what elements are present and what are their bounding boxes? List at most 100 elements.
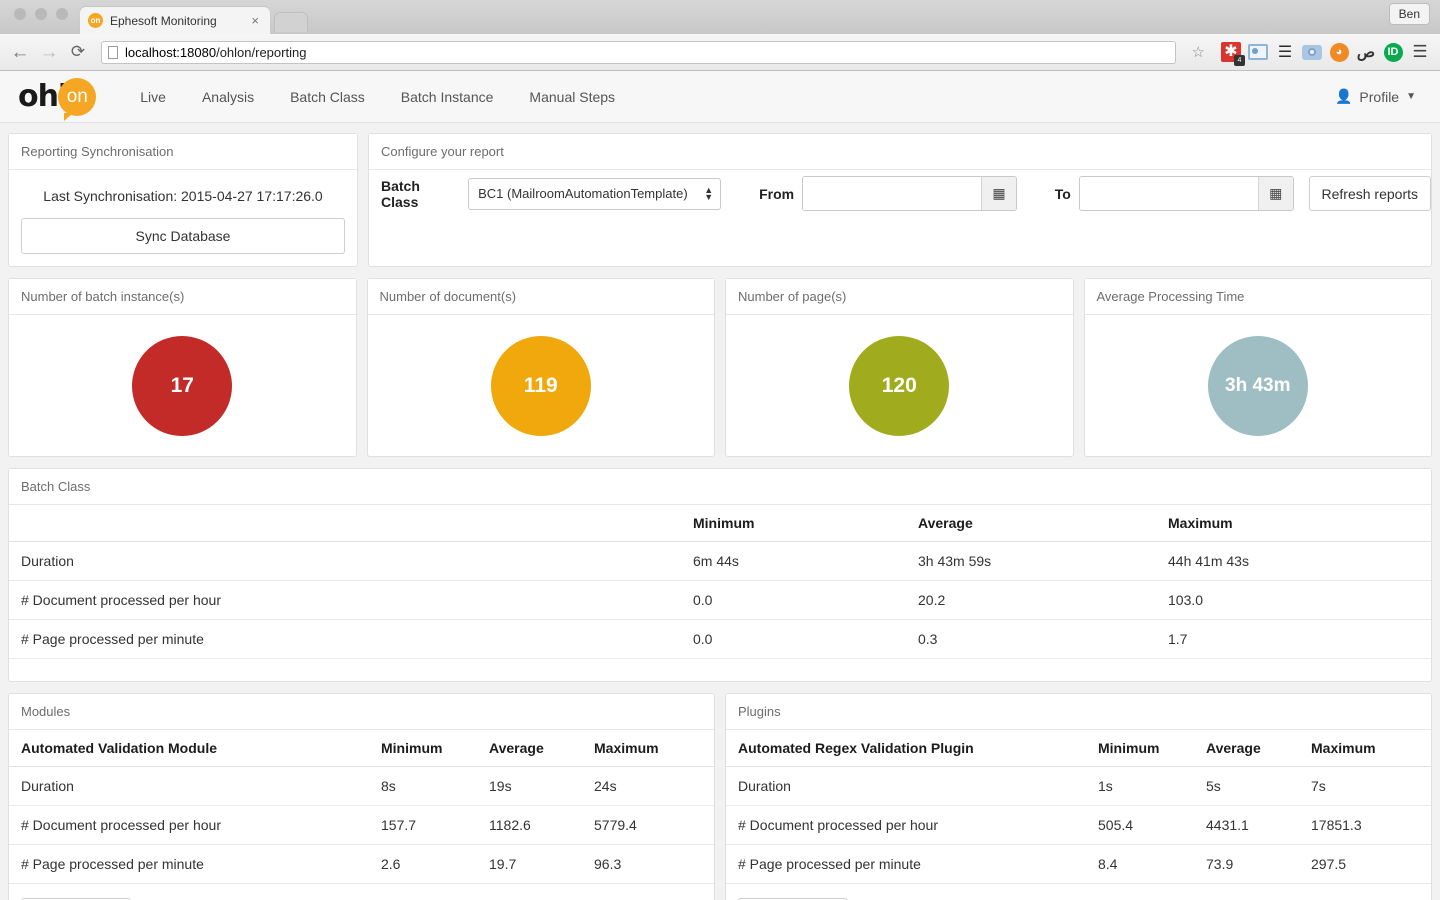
new-tab-button[interactable]	[274, 12, 308, 32]
camera-extension-icon[interactable]	[1302, 42, 1322, 62]
cell-minimum: 2.6	[369, 845, 477, 884]
table-row: # Page processed per minute 8.4 73.9 297…	[726, 845, 1431, 884]
layers-extension-icon[interactable]: ☰	[1275, 42, 1295, 62]
asterisk-extension-icon[interactable]: ✱4	[1221, 42, 1241, 62]
close-tab-icon[interactable]: ×	[248, 13, 262, 28]
window-extension-icon[interactable]	[1248, 42, 1268, 62]
browser-tab-bar: on Ephesoft Monitoring × Ben	[0, 0, 1440, 34]
bookmark-star-icon[interactable]: ☆	[1189, 43, 1208, 61]
cell-average: 5s	[1194, 767, 1299, 806]
reporting-sync-panel: Reporting Synchronisation Last Synchroni…	[8, 133, 358, 267]
maximize-window-button[interactable]	[56, 8, 68, 20]
nav-item-batch-class[interactable]: Batch Class	[272, 71, 383, 123]
table-row: Duration 8s 19s 24s	[9, 767, 714, 806]
kpi-card-pages: Number of page(s) 120	[725, 278, 1074, 457]
cell-average: 0.3	[906, 620, 1156, 659]
cell-minimum: 1s	[1086, 767, 1194, 806]
col-header-minimum: Minimum	[1086, 730, 1194, 767]
batch-class-panel: Batch Class Minimum Average Maximum Dura…	[8, 468, 1432, 682]
cell-average: 73.9	[1194, 845, 1299, 884]
row-kpis: Number of batch instance(s) 17 Number of…	[8, 278, 1432, 457]
kpi-title: Number of page(s)	[726, 279, 1073, 315]
address-bar[interactable]: localhost:18080/ohlon/reporting	[101, 41, 1176, 64]
cell-maximum: 103.0	[1156, 581, 1431, 620]
modules-panel: Modules Automated Validation Module Mini…	[8, 693, 715, 900]
table-row: # Document processed per hour 0.0 20.2 1…	[9, 581, 1431, 620]
kpi-circle: 17	[132, 336, 232, 436]
minimize-window-button[interactable]	[35, 8, 47, 20]
url-text: localhost:18080/ohlon/reporting	[125, 45, 306, 60]
page-info-icon[interactable]	[108, 46, 118, 59]
kpi-title: Average Processing Time	[1085, 279, 1432, 315]
forward-icon[interactable]: →	[39, 43, 59, 62]
sync-database-button[interactable]: Sync Database	[21, 218, 345, 254]
nav-item-batch-instance[interactable]: Batch Instance	[383, 71, 512, 123]
reporting-sync-body: Last Synchronisation: 2015-04-27 17:17:2…	[9, 170, 357, 266]
to-date-field[interactable]: ▦	[1079, 176, 1294, 211]
browser-menu-icon[interactable]: ☰	[1410, 42, 1430, 62]
kpi-body: 17	[9, 315, 356, 456]
cell-minimum: 505.4	[1086, 806, 1194, 845]
col-header-average: Average	[906, 505, 1156, 542]
reload-icon[interactable]: ⟳	[68, 42, 88, 62]
nav-item-manual-steps[interactable]: Manual Steps	[511, 71, 633, 123]
plugins-show-graph-wrap: Show Graph	[726, 884, 1431, 900]
orange-circle-extension-icon[interactable]: ◕	[1329, 42, 1349, 62]
s-extension-icon[interactable]: ص	[1356, 42, 1376, 62]
table-header-row: Automated Validation Module Minimum Aver…	[9, 730, 714, 767]
col-header-maximum: Maximum	[582, 730, 714, 767]
cell-average: 20.2	[906, 581, 1156, 620]
batch-class-label: Batch Class	[381, 178, 458, 210]
cell-minimum: 0.0	[681, 581, 906, 620]
ohlon-logo[interactable]: ohl on	[18, 78, 96, 116]
cell-maximum: 44h 41m 43s	[1156, 542, 1431, 581]
kpi-body: 119	[368, 315, 715, 456]
table-row: # Page processed per minute 2.6 19.7 96.…	[9, 845, 714, 884]
from-date-field[interactable]: ▦	[802, 176, 1017, 211]
calendar-icon[interactable]: ▦	[1258, 177, 1293, 210]
app-navbar: ohl on Live Analysis Batch Class Batch I…	[0, 71, 1440, 123]
group-name-automated-regex-validation-plugin: Automated Regex Validation Plugin	[726, 730, 1086, 767]
row-modules-plugins: Modules Automated Validation Module Mini…	[8, 693, 1432, 900]
close-window-button[interactable]	[14, 8, 26, 20]
batch-class-table: Minimum Average Maximum Duration 6m 44s …	[9, 505, 1431, 659]
batch-class-select[interactable]: BC1 (MailroomAutomationTemplate) ▲▼	[468, 178, 721, 210]
from-date-input[interactable]	[803, 177, 981, 210]
to-date-input[interactable]	[1080, 177, 1258, 210]
refresh-reports-button[interactable]: Refresh reports	[1309, 176, 1431, 211]
favicon-icon: on	[88, 13, 103, 28]
green-circle-extension-icon[interactable]: ID	[1383, 42, 1403, 62]
page-content: Reporting Synchronisation Last Synchroni…	[0, 123, 1440, 900]
table-row: # Document processed per hour 505.4 4431…	[726, 806, 1431, 845]
configure-report-panel: Configure your report Batch Class BC1 (M…	[368, 133, 1432, 267]
row-label: Duration	[9, 542, 681, 581]
row-label: # Document processed per hour	[9, 581, 681, 620]
extension-badge: 4	[1234, 55, 1245, 66]
logo-bubble-text: on	[67, 86, 88, 108]
cell-maximum: 24s	[582, 767, 714, 806]
back-icon[interactable]: ←	[10, 43, 30, 62]
plugins-title: Plugins	[726, 694, 1431, 730]
nav-item-analysis[interactable]: Analysis	[184, 71, 272, 123]
modules-title: Modules	[9, 694, 714, 730]
calendar-icon[interactable]: ▦	[981, 177, 1016, 210]
col-header-minimum: Minimum	[369, 730, 477, 767]
row-config: Reporting Synchronisation Last Synchroni…	[8, 133, 1432, 267]
cell-average: 3h 43m 59s	[906, 542, 1156, 581]
modules-table-group-1: Automated Validation Module Minimum Aver…	[9, 730, 714, 884]
browser-tab[interactable]: on Ephesoft Monitoring ×	[80, 7, 270, 34]
plugins-table-group-1: Automated Regex Validation Plugin Minimu…	[726, 730, 1431, 884]
select-arrows-icon: ▲▼	[704, 187, 713, 201]
col-header-blank	[9, 505, 681, 542]
profile-menu[interactable]: 👤 Profile ▼	[1335, 88, 1422, 105]
kpi-card-documents: Number of document(s) 119	[367, 278, 716, 457]
kpi-title: Number of document(s)	[368, 279, 715, 315]
extension-icons: ✱4 ☰ ◕ ص ID ☰	[1217, 42, 1430, 62]
col-header-maximum: Maximum	[1156, 505, 1431, 542]
nav-item-live[interactable]: Live	[122, 71, 184, 123]
batch-class-spacer	[9, 659, 1431, 681]
row-label: Duration	[9, 767, 369, 806]
user-icon: 👤	[1335, 88, 1352, 105]
window-controls[interactable]	[14, 0, 68, 34]
browser-profile-chip[interactable]: Ben	[1389, 3, 1430, 25]
